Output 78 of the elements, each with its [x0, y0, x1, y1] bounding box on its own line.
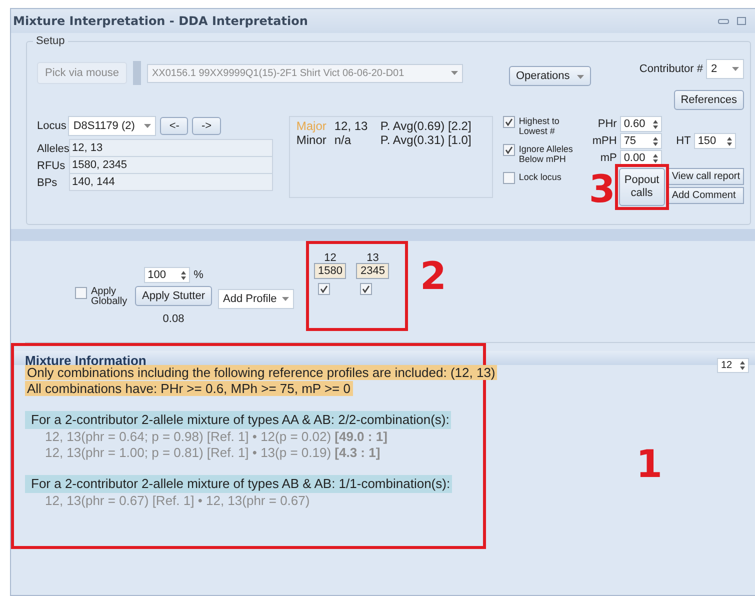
unit-label: % — [194, 269, 204, 281]
call-value: n/a — [334, 133, 352, 147]
annotation-number: 2 — [420, 257, 446, 295]
checkbox[interactable] — [75, 287, 87, 299]
combination-line: 12, 13(phr = 1.00; p = 0.81) [Ref. 1] • 13(p = 0.19) [4.3 : 1] — [45, 445, 380, 460]
call-average: P. Avg(0.31) [1.0] — [380, 133, 472, 147]
rfu-field[interactable]: 1580 — [314, 263, 346, 279]
contributor-label: Contributor # — [639, 63, 703, 75]
value-field[interactable]: 12, 13 — [69, 139, 274, 157]
checkbox[interactable] — [318, 283, 330, 295]
call-value: 12, 13 — [334, 119, 369, 133]
group-heading: For a 2-contributor 2-allele mixture of types AB & AB: 1/1-combination(s): — [25, 475, 452, 493]
parameter-label: mPH — [591, 135, 617, 147]
annotation-frame — [614, 164, 669, 210]
checkbox[interactable] — [360, 283, 372, 295]
minimize-button[interactable] — [717, 16, 729, 26]
add-profile-dropdown[interactable]: Add Profile — [218, 289, 294, 309]
references-button[interactable]: References — [674, 90, 744, 110]
add-comment-button[interactable]: Add Comment — [668, 187, 744, 204]
combination-line: 12, 13(phr = 0.64; p = 0.98) [Ref. 1] • 12(p = 0.02) [49.0 : 1] — [45, 429, 388, 444]
spinner-arrows-icon[interactable] — [726, 136, 732, 146]
parameter-label: PHr — [596, 118, 617, 130]
operations-button[interactable]: Operations — [508, 66, 591, 86]
spinner-arrows-icon[interactable] — [180, 270, 186, 280]
parameter-label: mP — [599, 152, 617, 164]
checkbox-label: Apply Globally — [91, 287, 128, 307]
caret-icon — [576, 75, 584, 79]
window-title: Mixture Interpretation - DDA Interpretation — [13, 14, 308, 28]
previous-button[interactable]: <- — [160, 117, 188, 135]
allele-label: 13 — [366, 253, 379, 263]
spinner-arrows-icon[interactable] — [652, 120, 658, 128]
call-label: Major — [296, 119, 328, 133]
spinner-arrows-icon[interactable] — [652, 136, 658, 146]
maximize-button[interactable] — [735, 16, 747, 26]
allele-label: 12 — [324, 253, 336, 263]
stutter-value: 0.08 — [162, 313, 184, 325]
caret-icon — [144, 124, 152, 128]
annotation-number: 3 — [588, 170, 616, 208]
checkbox-label: Lock locus — [518, 172, 562, 182]
checkbox[interactable] — [502, 116, 515, 128]
spinner-arrows-icon[interactable] — [740, 360, 745, 370]
call-label: Minor — [296, 133, 328, 147]
next-button[interactable]: -> — [192, 117, 221, 135]
checkbox-label: Highest to Lowest # — [518, 116, 560, 136]
percent-spin-field[interactable]: 100 — [144, 267, 190, 283]
splitter-handle[interactable] — [132, 61, 141, 85]
group-label: Setup — [33, 35, 68, 47]
caret-icon — [450, 71, 458, 75]
group-heading: For a 2-contributor 2-allele mixture of types AA & AB: 2/2-combination(s): — [25, 411, 452, 429]
spin-field[interactable]: 75 — [620, 133, 662, 149]
font-size-spin-field[interactable]: 12 — [717, 358, 749, 372]
contributor-dropdown[interactable]: 2 — [706, 59, 744, 79]
locus-dropdown[interactable]: D8S1179 (2) — [68, 116, 156, 136]
view-report-button[interactable]: View call report — [668, 168, 744, 185]
checkbox[interactable] — [502, 144, 515, 156]
info-note: All combinations have: PHr >= 0.6, MPh >= 75, mP >= 0 — [25, 381, 352, 396]
combination-line: 12, 13(phr = 0.67) [Ref. 1] • 12, 13(phr = 0.67) — [45, 493, 310, 508]
annotation-number: 1 — [636, 445, 662, 483]
spin-field[interactable]: 150 — [694, 133, 736, 149]
call-average: P. Avg(0.69) [2.2] — [380, 119, 472, 133]
field-label: RFUs — [37, 160, 66, 172]
value-field[interactable]: 140, 144 — [69, 173, 274, 191]
caret-icon — [282, 297, 289, 301]
spin-field[interactable]: 0.60 — [620, 116, 662, 132]
caret-icon — [732, 67, 739, 71]
info-note: Only combinations including the following reference profiles are included: (12, 13) — [25, 365, 498, 380]
apply-stutter-button[interactable]: Apply Stutter — [135, 286, 212, 306]
checkbox-label: Ignore Alleles Below mPH — [518, 144, 574, 164]
checkbox[interactable] — [502, 172, 515, 184]
section-title: Mixture Information — [25, 352, 146, 366]
locus-label: Locus — [37, 120, 66, 132]
field-label: Alleles — [37, 142, 69, 154]
popout-button[interactable]: Popout calls — [618, 168, 665, 206]
rfu-field[interactable]: 2345 — [356, 263, 389, 279]
value-field[interactable]: 1580, 2345 — [69, 156, 274, 174]
spinner-arrows-icon[interactable] — [652, 154, 658, 162]
field-label: BPs — [37, 176, 58, 188]
parameter-label: HT — [675, 135, 691, 147]
